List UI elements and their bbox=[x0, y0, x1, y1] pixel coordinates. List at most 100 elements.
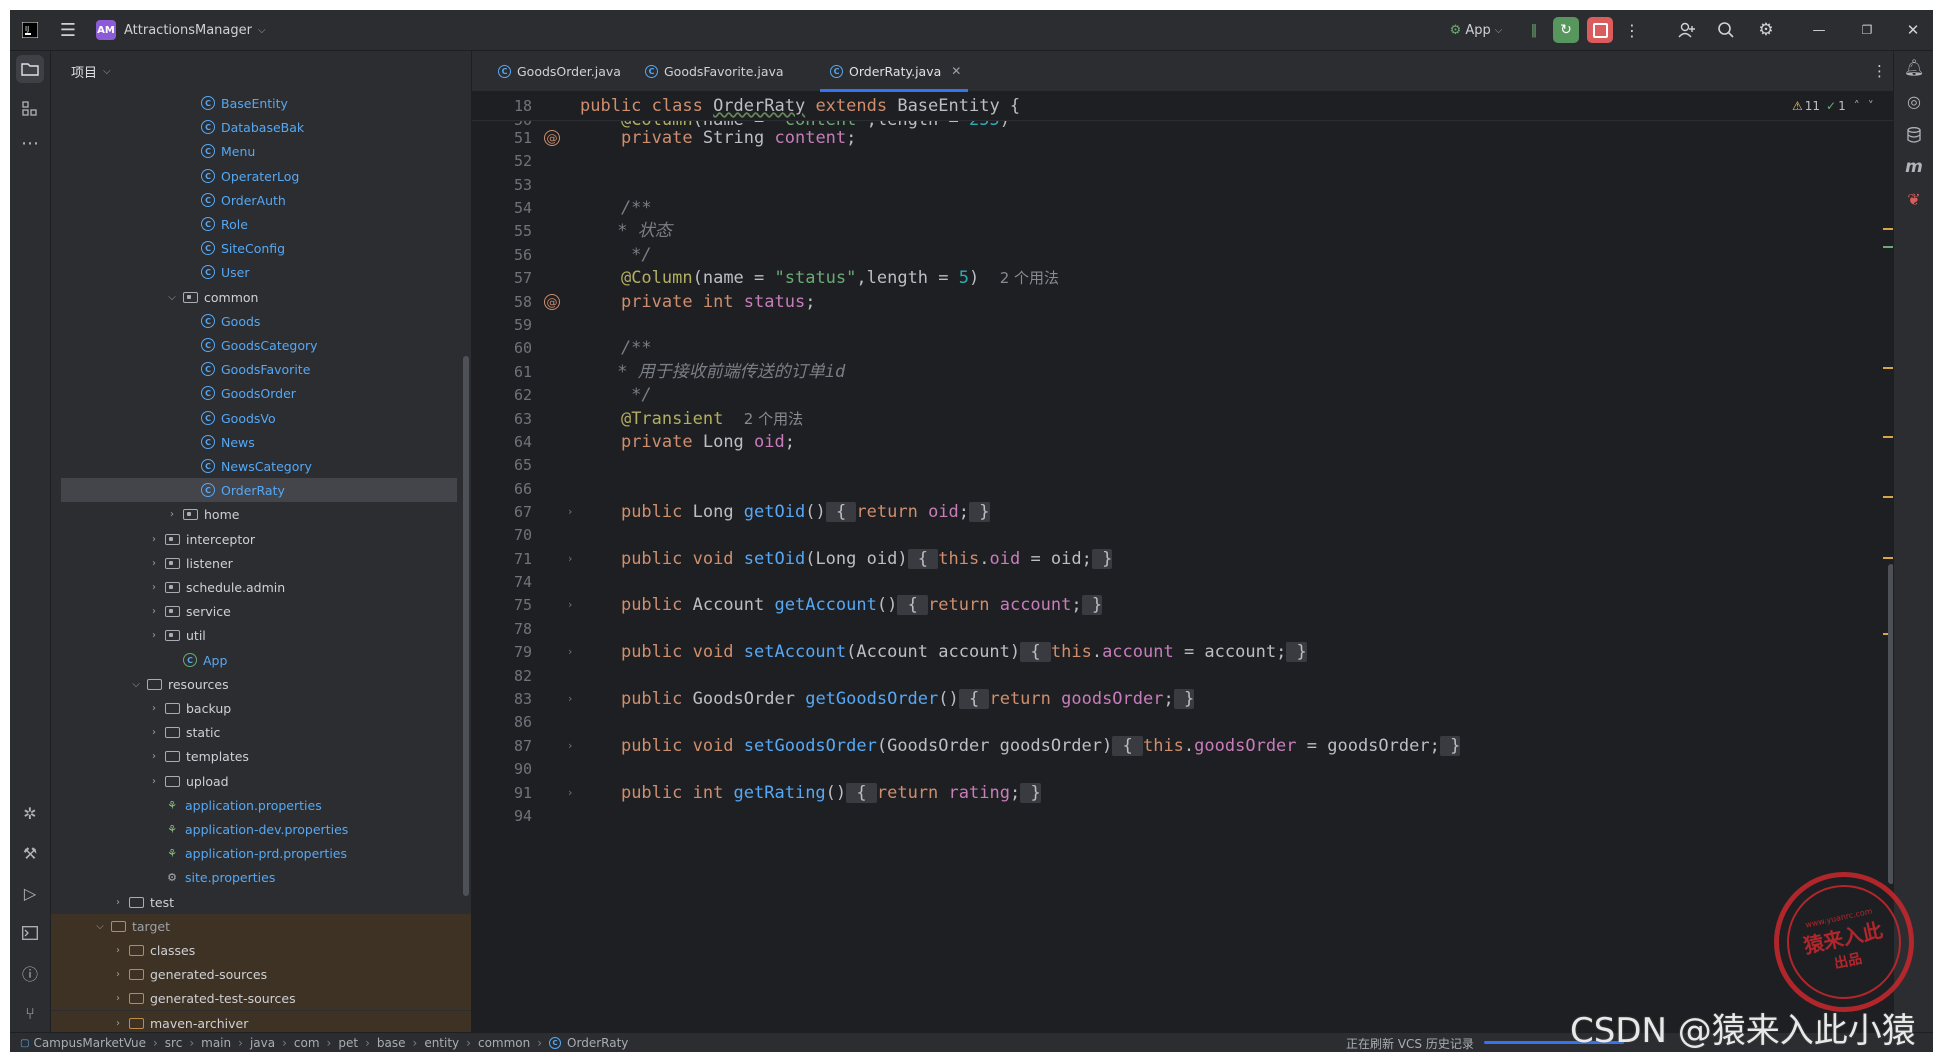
breadcrumb-item[interactable]: com bbox=[294, 1036, 320, 1050]
tab-options-icon[interactable]: ⋮ bbox=[1872, 51, 1887, 91]
breadcrumb-item[interactable]: CampusMarketVue bbox=[33, 1036, 146, 1050]
breadcrumb-item[interactable]: pet bbox=[338, 1036, 358, 1050]
plugin-bird-icon[interactable]: ❦ bbox=[1900, 185, 1928, 213]
breadcrumb-item[interactable]: common bbox=[478, 1036, 530, 1050]
build-hammer-icon[interactable]: ⚒ bbox=[16, 839, 44, 867]
tree-item-news[interactable]: C News bbox=[51, 430, 471, 454]
tree-item-generated-sources[interactable]: › generated-sources bbox=[51, 962, 471, 986]
chevron-right-icon[interactable]: › bbox=[147, 558, 161, 569]
git-branch-icon[interactable]: ⑂ bbox=[16, 999, 44, 1027]
chevron-right-icon[interactable]: › bbox=[147, 606, 161, 617]
tree-item-backup[interactable]: › backup bbox=[51, 696, 471, 720]
tree-item-siteconfig[interactable]: C SiteConfig bbox=[51, 236, 471, 260]
tree-item-app[interactable]: C App bbox=[51, 648, 471, 672]
run-config-selector[interactable]: ⚙ App ⌵ bbox=[1442, 10, 1510, 50]
tab-orderraty[interactable]: C OrderRaty.java ✕ bbox=[830, 51, 961, 91]
tree-item-menu[interactable]: C Menu bbox=[51, 139, 471, 163]
tree-item-newscategory[interactable]: C NewsCategory bbox=[51, 454, 471, 478]
tree-item-goodsvo[interactable]: C GoodsVo bbox=[51, 406, 471, 430]
terminal-icon[interactable] bbox=[16, 919, 44, 947]
code-editor[interactable]: 50 @Column(name = "content",length = 255… bbox=[472, 92, 1893, 1032]
error-stripe-mark[interactable] bbox=[1883, 557, 1893, 559]
inspection-widget[interactable]: ⚠ 11 ✓ 1 ˄ ˅ bbox=[1792, 92, 1874, 120]
more-tools-icon[interactable]: ⋯ bbox=[16, 129, 44, 157]
tree-item-application-prd-properties[interactable]: ⚘ application-prd.properties bbox=[51, 841, 471, 865]
chevron-right-icon[interactable]: › bbox=[147, 534, 161, 545]
project-scrollbar[interactable] bbox=[463, 356, 469, 896]
tree-item-baseentity[interactable]: C BaseEntity bbox=[51, 91, 471, 115]
tree-item-templates[interactable]: › templates bbox=[51, 744, 471, 768]
tab-goodsorder[interactable]: C GoodsOrder.java bbox=[498, 51, 621, 91]
tree-item-listener[interactable]: › listener bbox=[51, 551, 471, 575]
breadcrumb-item[interactable]: java bbox=[250, 1036, 275, 1050]
chevron-right-icon[interactable]: › bbox=[111, 897, 125, 908]
notifications-bell-icon[interactable]: 🔔︎ bbox=[1900, 53, 1928, 81]
error-stripe-mark[interactable] bbox=[1883, 246, 1893, 248]
tree-item-goodsfavorite[interactable]: C GoodsFavorite bbox=[51, 357, 471, 381]
debug-bug-icon[interactable]: ✲ bbox=[16, 799, 44, 827]
tree-item-databasebak[interactable]: C DatabaseBak bbox=[51, 115, 471, 139]
fold-chevron-icon[interactable]: › bbox=[568, 687, 572, 711]
tree-item-service[interactable]: › service bbox=[51, 599, 471, 623]
tree-item-site-properties[interactable]: ⚙ site.properties bbox=[51, 865, 471, 889]
run-icon[interactable]: ‖ bbox=[1522, 10, 1546, 50]
tree-item-home[interactable]: › home bbox=[51, 502, 471, 526]
tree-item-user[interactable]: C User bbox=[51, 260, 471, 284]
tree-item-classes[interactable]: › classes bbox=[51, 938, 471, 962]
tree-item-static[interactable]: › static bbox=[51, 720, 471, 744]
minimize-button[interactable]: — bbox=[1804, 10, 1834, 50]
tree-item-interceptor[interactable]: › interceptor bbox=[51, 527, 471, 551]
error-stripe-mark[interactable] bbox=[1883, 367, 1893, 369]
tree-item-resources[interactable]: ⌵ resources bbox=[51, 672, 471, 696]
tree-item-upload[interactable]: › upload bbox=[51, 769, 471, 793]
search-icon[interactable] bbox=[1714, 10, 1738, 50]
chevron-right-icon[interactable]: › bbox=[111, 993, 125, 1004]
tree-item-maven-archiver[interactable]: › maven-archiver bbox=[51, 1011, 471, 1032]
chevron-right-icon[interactable]: › bbox=[111, 1018, 125, 1029]
database-icon[interactable] bbox=[1900, 121, 1928, 149]
tab-goodsfavorite[interactable]: C GoodsFavorite.java bbox=[645, 51, 784, 91]
maven-icon[interactable]: m bbox=[1900, 153, 1928, 181]
chevron-right-icon[interactable]: › bbox=[165, 509, 179, 520]
close-window-button[interactable]: ✕ bbox=[1898, 10, 1928, 50]
tree-item-goods[interactable]: C Goods bbox=[51, 309, 471, 333]
ide-logo-icon[interactable]: IJ bbox=[18, 10, 42, 50]
chevron-down-icon[interactable]: ⌵ bbox=[129, 679, 143, 690]
tree-item-application-properties[interactable]: ⚘ application.properties bbox=[51, 793, 471, 817]
breadcrumb-item[interactable]: base bbox=[377, 1036, 406, 1050]
tree-item-util[interactable]: › util bbox=[51, 623, 471, 647]
problems-icon[interactable]: ⓘ bbox=[16, 959, 44, 987]
tree-item-schedule-admin[interactable]: › schedule.admin bbox=[51, 575, 471, 599]
breadcrumb-item[interactable]: OrderRaty bbox=[567, 1036, 628, 1050]
close-tab-icon[interactable]: ✕ bbox=[951, 64, 961, 78]
chevron-right-icon[interactable]: › bbox=[147, 776, 161, 787]
project-panel-header[interactable]: 项目 ⌵ bbox=[51, 51, 471, 91]
error-stripe-mark[interactable] bbox=[1883, 436, 1893, 438]
fold-chevron-icon[interactable]: › bbox=[568, 640, 572, 664]
more-actions-icon[interactable]: ⋮ bbox=[1624, 10, 1640, 50]
breadcrumb-item[interactable]: main bbox=[201, 1036, 231, 1050]
tree-item-goodsorder[interactable]: C GoodsOrder bbox=[51, 381, 471, 405]
tree-item-goodscategory[interactable]: C GoodsCategory bbox=[51, 333, 471, 357]
stop-button[interactable] bbox=[1586, 10, 1614, 50]
tree-item-target[interactable]: ⌵ target bbox=[51, 914, 471, 938]
tree-item-generated-test-sources[interactable]: › generated-test-sources bbox=[51, 986, 471, 1010]
tree-item-test[interactable]: › test bbox=[51, 890, 471, 914]
fold-chevron-icon[interactable]: › bbox=[568, 500, 572, 524]
chevron-right-icon[interactable]: › bbox=[111, 969, 125, 980]
chevron-right-icon[interactable]: › bbox=[147, 727, 161, 738]
restore-button[interactable]: ❐ bbox=[1852, 10, 1882, 50]
chevron-down-icon[interactable]: ⌵ bbox=[93, 921, 107, 932]
chevron-right-icon[interactable]: › bbox=[147, 751, 161, 762]
chevron-right-icon[interactable]: › bbox=[147, 582, 161, 593]
structure-icon[interactable] bbox=[16, 95, 44, 123]
previous-highlight-icon[interactable]: ˄ bbox=[1854, 99, 1860, 113]
fold-chevron-icon[interactable]: › bbox=[568, 593, 572, 617]
project-switcher[interactable]: AM AttractionsManager ⌵ bbox=[96, 10, 276, 50]
usage-hint[interactable]: 2 个用法 bbox=[1000, 269, 1059, 287]
tree-item-application-dev-properties[interactable]: ⚘ application-dev.properties bbox=[51, 817, 471, 841]
ai-assistant-icon[interactable]: ◎ bbox=[1900, 87, 1928, 115]
tree-item-common[interactable]: ⌵ common bbox=[51, 285, 471, 309]
annotation-marker-icon[interactable]: @ bbox=[544, 294, 560, 310]
tree-item-operaterlog[interactable]: C OperaterLog bbox=[51, 164, 471, 188]
